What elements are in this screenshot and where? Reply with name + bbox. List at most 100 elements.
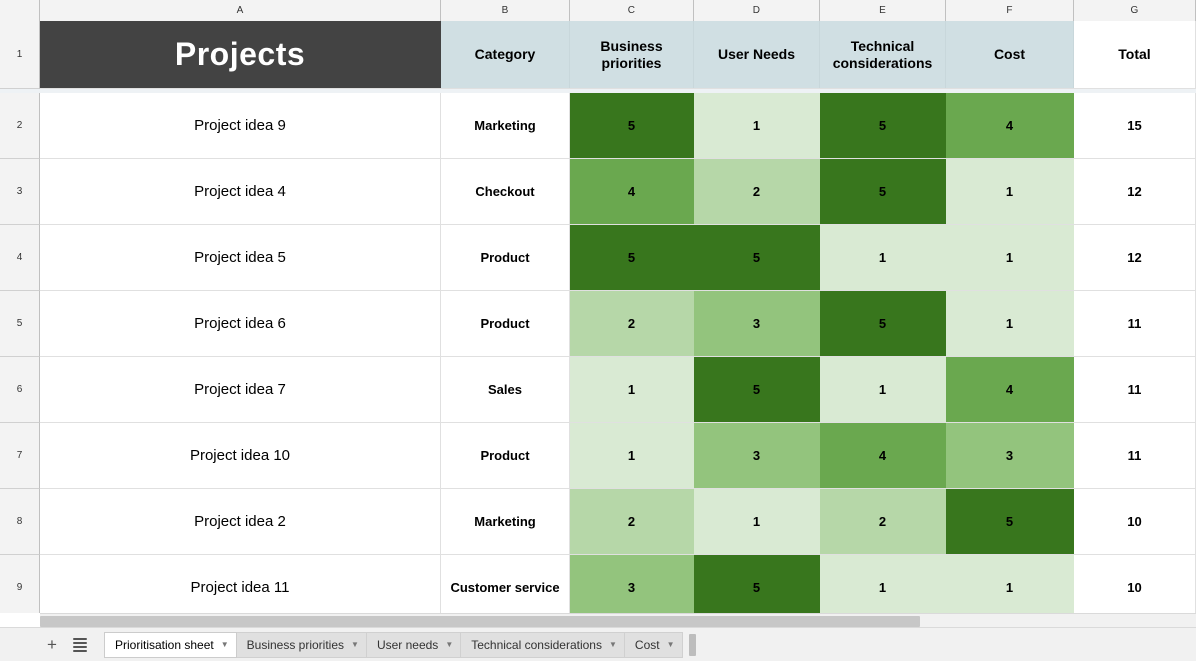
row-header-4[interactable]: 4	[0, 225, 40, 291]
sheet-tab-0[interactable]: Prioritisation sheet ▼	[104, 631, 237, 658]
tab-scroll-thumb[interactable]	[688, 633, 696, 656]
chevron-down-icon[interactable]: ▼	[351, 640, 359, 649]
header-cell-business[interactable]: Business priorities	[570, 21, 694, 88]
header-cell-user-needs[interactable]: User Needs	[694, 21, 820, 88]
cell-project-name[interactable]: Project idea 11	[40, 555, 441, 613]
cell-user-needs[interactable]: 1	[694, 93, 820, 158]
cell-business-priorities[interactable]: 2	[570, 291, 694, 356]
cell-technical-considerations[interactable]: 2	[820, 489, 946, 554]
cell-category[interactable]: Product	[441, 225, 570, 290]
cell-category[interactable]: Marketing	[441, 93, 570, 158]
column-header-d[interactable]: D	[694, 0, 820, 21]
cell-total[interactable]: 11	[1074, 291, 1196, 356]
sheet-tab-label: User needs	[376, 637, 439, 652]
sheet-tab-label: Technical considerations	[471, 637, 602, 652]
column-header-g[interactable]: G	[1074, 0, 1196, 21]
cell-total[interactable]: 10	[1074, 489, 1196, 554]
sheet-tab-2[interactable]: User needs ▼	[366, 631, 462, 658]
header-cell-category[interactable]: Category	[441, 21, 570, 88]
table-header-row: 1 Projects Category Business priorities …	[0, 21, 1196, 89]
cell-category[interactable]: Product	[441, 423, 570, 488]
cell-user-needs[interactable]: 5	[694, 225, 820, 290]
column-header-c[interactable]: C	[570, 0, 694, 21]
cell-total[interactable]: 12	[1074, 159, 1196, 224]
plus-icon[interactable]: +	[40, 633, 64, 657]
cell-technical-considerations[interactable]: 1	[820, 225, 946, 290]
header-cell-total[interactable]: Total	[1074, 21, 1196, 88]
cell-cost[interactable]: 3	[946, 423, 1074, 488]
cell-business-priorities[interactable]: 5	[570, 225, 694, 290]
cell-project-name[interactable]: Project idea 5	[40, 225, 441, 290]
sheet-tab-3[interactable]: Technical considerations ▼	[461, 631, 625, 658]
cell-user-needs[interactable]: 5	[694, 555, 820, 613]
hamburger-icon[interactable]	[68, 633, 92, 657]
cell-project-name[interactable]: Project idea 7	[40, 357, 441, 422]
horizontal-scrollbar-track[interactable]	[40, 613, 1196, 627]
cell-total[interactable]: 10	[1074, 555, 1196, 613]
cell-user-needs[interactable]: 3	[694, 423, 820, 488]
cell-total[interactable]: 11	[1074, 423, 1196, 488]
cell-total[interactable]: 12	[1074, 225, 1196, 290]
cell-technical-considerations[interactable]: 5	[820, 93, 946, 158]
chevron-down-icon[interactable]: ▼	[445, 640, 453, 649]
cell-project-name[interactable]: Project idea 10	[40, 423, 441, 488]
cell-cost[interactable]: 1	[946, 159, 1074, 224]
column-header-a[interactable]: A	[40, 0, 441, 21]
cell-total[interactable]: 11	[1074, 357, 1196, 422]
cell-technical-considerations[interactable]: 1	[820, 555, 946, 613]
cell-business-priorities[interactable]: 3	[570, 555, 694, 613]
header-cell-technical[interactable]: Technical considerations	[820, 21, 946, 88]
cell-business-priorities[interactable]: 5	[570, 93, 694, 158]
chevron-down-icon[interactable]: ▼	[667, 640, 675, 649]
cell-project-name[interactable]: Project idea 4	[40, 159, 441, 224]
row-header-8[interactable]: 8	[0, 489, 40, 555]
cell-technical-considerations[interactable]: 5	[820, 291, 946, 356]
row-header-6[interactable]: 6	[0, 357, 40, 423]
cell-cost[interactable]: 1	[946, 555, 1074, 613]
cell-category[interactable]: Marketing	[441, 489, 570, 554]
cell-business-priorities[interactable]: 2	[570, 489, 694, 554]
cell-technical-considerations[interactable]: 5	[820, 159, 946, 224]
cell-cost[interactable]: 4	[946, 93, 1074, 158]
cell-category[interactable]: Sales	[441, 357, 570, 422]
cell-project-name[interactable]: Project idea 9	[40, 93, 441, 158]
cell-user-needs[interactable]: 3	[694, 291, 820, 356]
cell-business-priorities[interactable]: 1	[570, 357, 694, 422]
cell-category[interactable]: Customer service	[441, 555, 570, 613]
cell-project-name[interactable]: Project idea 6	[40, 291, 441, 356]
cell-cost[interactable]: 1	[946, 225, 1074, 290]
cell-user-needs[interactable]: 1	[694, 489, 820, 554]
row-header-3[interactable]: 3	[0, 159, 40, 225]
column-header-b[interactable]: B	[441, 0, 570, 21]
cell-business-priorities[interactable]: 4	[570, 159, 694, 224]
chevron-down-icon[interactable]: ▼	[221, 640, 229, 649]
cell-cost[interactable]: 5	[946, 489, 1074, 554]
sheet-tab-bar: + Prioritisation sheet ▼ Business prioriti…	[0, 627, 1196, 661]
horizontal-scrollbar-thumb[interactable]	[40, 616, 920, 627]
cell-cost[interactable]: 1	[946, 291, 1074, 356]
cell-user-needs[interactable]: 2	[694, 159, 820, 224]
cell-cost[interactable]: 4	[946, 357, 1074, 422]
cell-category[interactable]: Product	[441, 291, 570, 356]
row-header-5[interactable]: 5	[0, 291, 40, 357]
cell-total[interactable]: 15	[1074, 93, 1196, 158]
row-header-1[interactable]: 1	[0, 21, 40, 89]
header-cell-cost[interactable]: Cost	[946, 21, 1074, 88]
column-header-e[interactable]: E	[820, 0, 946, 21]
chevron-down-icon[interactable]: ▼	[609, 640, 617, 649]
row-header-2[interactable]: 2	[0, 93, 40, 159]
select-all-corner[interactable]	[0, 0, 40, 21]
cell-user-needs[interactable]: 5	[694, 357, 820, 422]
row-header-7[interactable]: 7	[0, 423, 40, 489]
sheet-tab-1[interactable]: Business priorities ▼	[236, 631, 367, 658]
column-header-f[interactable]: F	[946, 0, 1074, 21]
table-row: 7 Project idea 10 Product 1 3 4 3 11	[0, 423, 1196, 489]
projects-title-cell[interactable]: Projects	[40, 21, 441, 88]
row-header-9[interactable]: 9	[0, 555, 40, 613]
cell-project-name[interactable]: Project idea 2	[40, 489, 441, 554]
cell-technical-considerations[interactable]: 4	[820, 423, 946, 488]
cell-category[interactable]: Checkout	[441, 159, 570, 224]
cell-technical-considerations[interactable]: 1	[820, 357, 946, 422]
sheet-tab-4[interactable]: Cost ▼	[624, 631, 683, 658]
cell-business-priorities[interactable]: 1	[570, 423, 694, 488]
